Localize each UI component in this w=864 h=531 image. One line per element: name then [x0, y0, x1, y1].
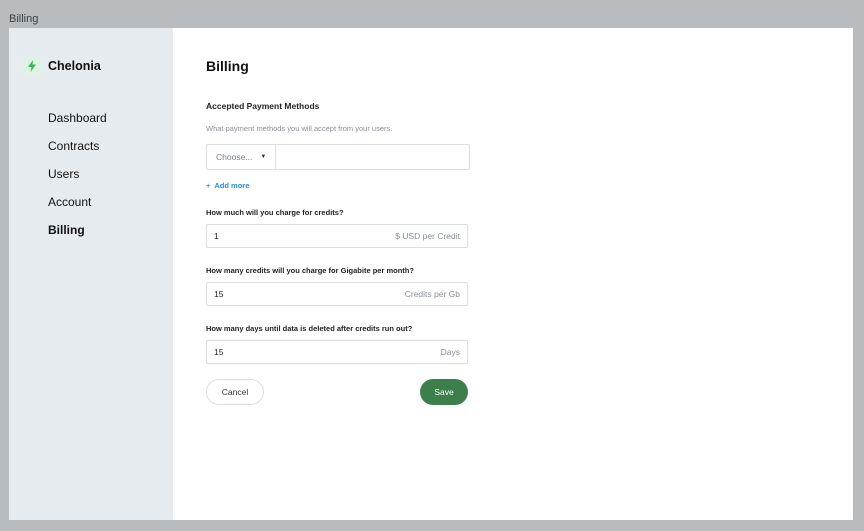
- payment-method-select-label: Choose...: [216, 152, 253, 162]
- credits-per-gb-label: How many credits will you charge for Gig…: [206, 266, 414, 275]
- deletion-days-unit: Days: [440, 347, 460, 357]
- app-window: Chelonia Dashboard Contracts Users Accou…: [9, 28, 853, 520]
- sidebar-item-contracts[interactable]: Contracts: [48, 139, 107, 167]
- caret-down-icon: ▼: [260, 154, 267, 160]
- deletion-days-input[interactable]: 15 Days: [206, 340, 468, 364]
- sidebar-item-account[interactable]: Account: [48, 195, 107, 223]
- credits-per-gb-input[interactable]: 15 Credits per Gb: [206, 282, 468, 306]
- plus-icon: +: [206, 181, 211, 190]
- cancel-button[interactable]: Cancel: [206, 379, 264, 405]
- credit-price-value: 1: [214, 231, 219, 241]
- window-title: Billing: [9, 13, 39, 25]
- payment-method-row: Choose... ▼: [206, 144, 470, 170]
- brand-name: Chelonia: [48, 59, 101, 73]
- payment-method-select[interactable]: Choose... ▼: [207, 145, 276, 169]
- brand[interactable]: Chelonia: [23, 57, 101, 75]
- credit-price-label: How much will you charge for credits?: [206, 208, 344, 217]
- credits-per-gb-unit: Credits per Gb: [404, 289, 460, 299]
- sidebar-item-billing[interactable]: Billing: [48, 223, 107, 251]
- save-button[interactable]: Save: [420, 379, 468, 405]
- add-more-label: Add more: [214, 181, 250, 190]
- deletion-days-label: How many days until data is deleted afte…: [206, 324, 413, 333]
- payment-methods-description: What payment methods you will accept fro…: [206, 124, 393, 133]
- main-content: Billing Accepted Payment Methods What pa…: [173, 28, 853, 520]
- add-more-link[interactable]: + Add more: [206, 181, 249, 190]
- page-title: Billing: [206, 58, 249, 74]
- deletion-days-value: 15: [214, 347, 224, 357]
- credit-price-unit: $ USD per Credit: [395, 231, 460, 241]
- lightning-bolt-icon: [23, 57, 41, 75]
- sidebar: Chelonia Dashboard Contracts Users Accou…: [9, 28, 173, 520]
- payment-method-input[interactable]: [276, 145, 469, 169]
- sidebar-nav: Dashboard Contracts Users Account Billin…: [48, 111, 107, 251]
- sidebar-item-users[interactable]: Users: [48, 167, 107, 195]
- payment-methods-title: Accepted Payment Methods: [206, 101, 320, 111]
- credit-price-input[interactable]: 1 $ USD per Credit: [206, 224, 468, 248]
- credits-per-gb-value: 15: [214, 289, 224, 299]
- sidebar-item-dashboard[interactable]: Dashboard: [48, 111, 107, 139]
